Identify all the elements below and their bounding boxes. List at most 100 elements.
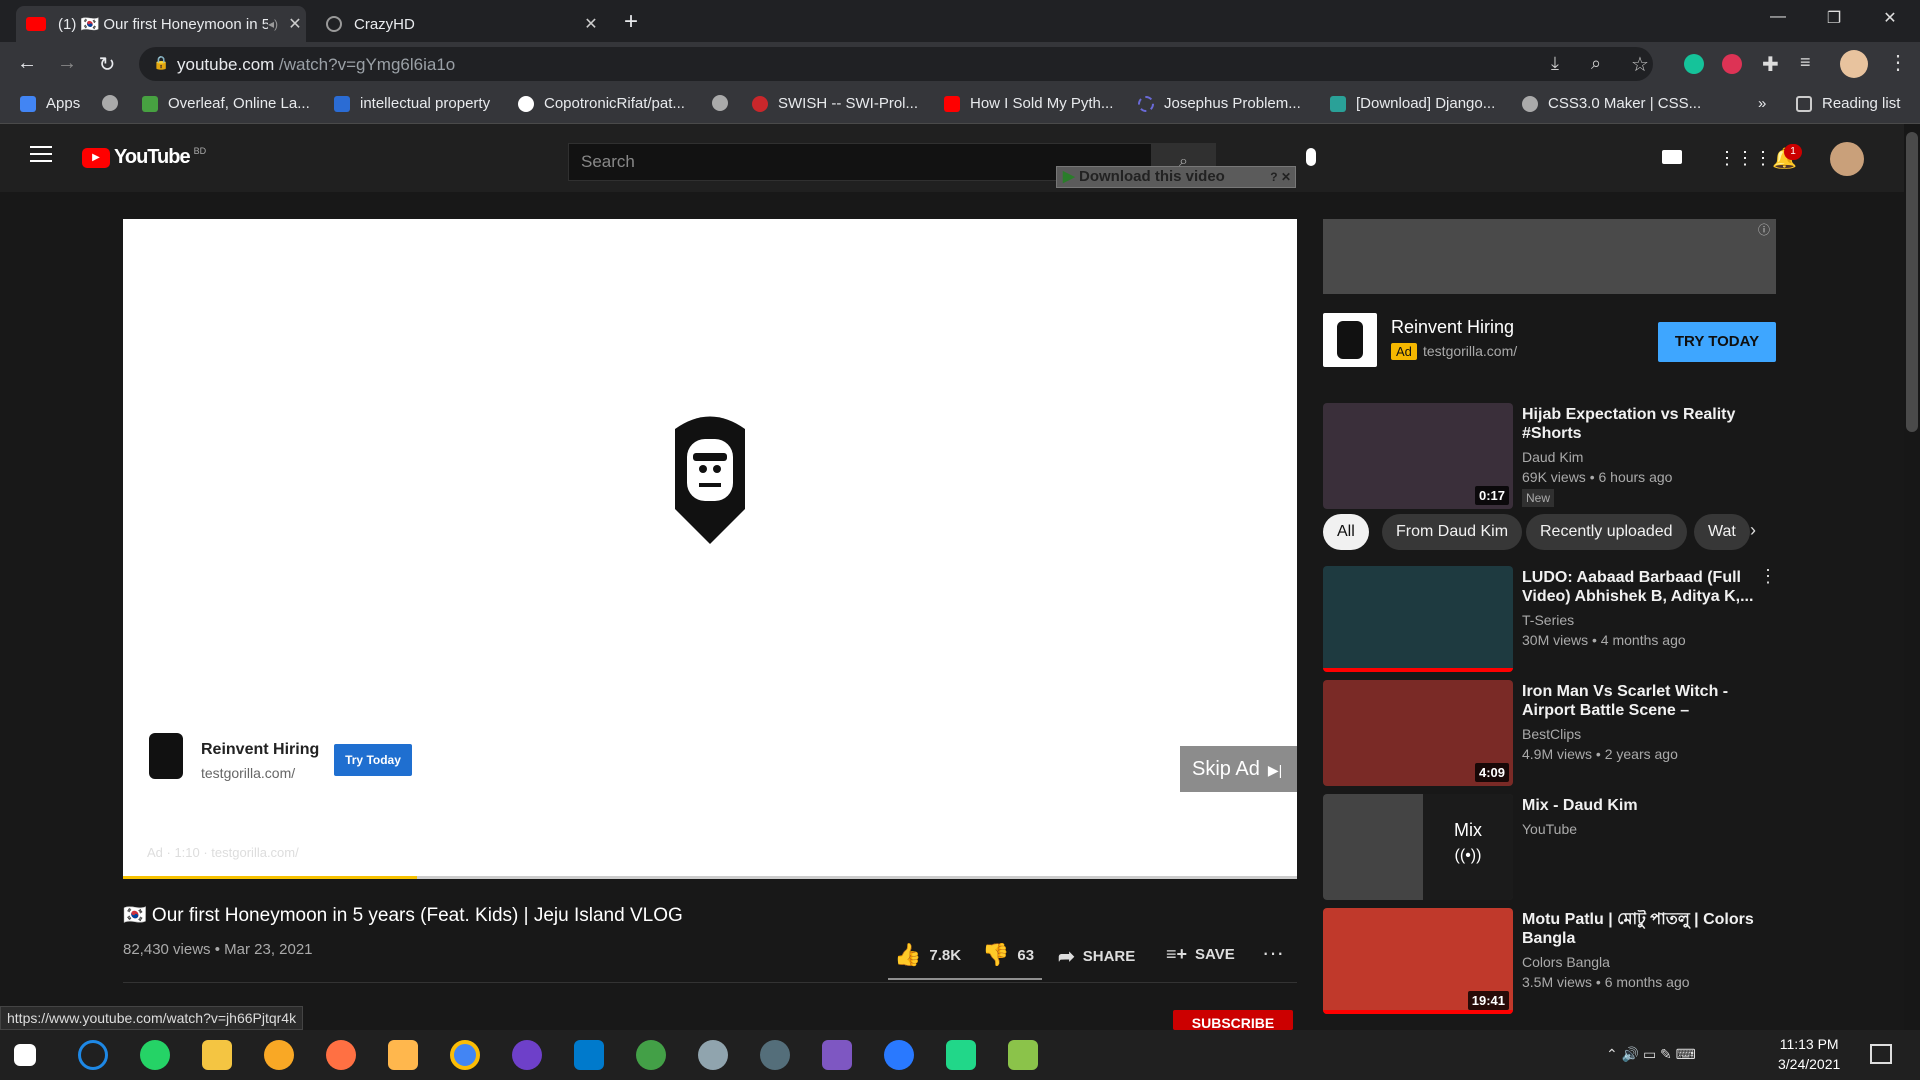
download-video-button[interactable]: ▶ Download this video? ✕ xyxy=(1056,166,1296,188)
app-icon-2[interactable] xyxy=(264,1040,294,1070)
bookmark-css3[interactable]: CSS3.0 Maker | CSS... xyxy=(1522,95,1701,112)
channel-name[interactable]: T-Series xyxy=(1522,612,1762,628)
video-title[interactable]: Motu Patlu | মোটু পাতলু | Colors Bangla xyxy=(1522,910,1762,948)
visual-studio-icon[interactable] xyxy=(822,1040,852,1070)
microphone-icon[interactable] xyxy=(1306,148,1316,166)
skip-ad-button[interactable]: Skip Ad ▶| xyxy=(1180,746,1297,792)
try-today-side-button[interactable]: TRY TODAY xyxy=(1658,322,1776,362)
info-icon[interactable]: ⓘ xyxy=(1758,221,1770,238)
bookmark-django[interactable]: [Download] Django... xyxy=(1330,95,1495,112)
ad-progress-track[interactable] xyxy=(123,876,1297,879)
save-button[interactable]: ≡+ SAVE xyxy=(1166,944,1235,965)
subscribe-button[interactable]: SUBSCRIBE xyxy=(1173,1010,1293,1030)
channel-name[interactable]: BestClips xyxy=(1522,726,1762,742)
video-title[interactable]: Iron Man Vs Scarlet Witch - Airport Batt… xyxy=(1522,682,1762,720)
more-options-icon[interactable]: ⋮ xyxy=(1759,566,1777,587)
app-icon-1[interactable] xyxy=(78,1040,108,1070)
mute-icon[interactable]: ◂) xyxy=(268,17,278,31)
more-actions-icon[interactable]: ··· xyxy=(1262,940,1284,966)
youtube-logo[interactable]: ▶ YouTube BD xyxy=(82,146,206,169)
scrollbar-thumb[interactable] xyxy=(1906,132,1918,432)
close-tab-icon[interactable]: ✕ xyxy=(580,14,602,34)
recommended-video-1[interactable]: 0:17 Hijab Expectation vs Reality #Short… xyxy=(1323,403,1776,511)
close-icon[interactable]: ? ✕ xyxy=(1270,167,1291,187)
ad-advertiser[interactable]: Reinvent Hiring xyxy=(201,741,319,759)
ad-domain[interactable]: testgorilla.com/ xyxy=(201,765,295,781)
firefox-icon[interactable] xyxy=(326,1040,356,1070)
recommended-video-5[interactable]: 19:41 Motu Patlu | মোটু পাতলু | Colors B… xyxy=(1323,908,1776,1016)
side-ad-advertiser[interactable]: Reinvent Hiring xyxy=(1391,317,1514,338)
app-icon-3[interactable] xyxy=(388,1040,418,1070)
grammarly-icon[interactable] xyxy=(1684,54,1704,74)
forward-icon[interactable]: → xyxy=(54,52,80,78)
bookmark-youtube[interactable]: How I Sold My Pyth... xyxy=(944,95,1113,112)
bookmark-globe[interactable] xyxy=(102,95,128,111)
advertiser-logo[interactable] xyxy=(149,733,183,779)
back-icon[interactable]: ← xyxy=(14,52,40,78)
app-icon-4[interactable] xyxy=(636,1040,666,1070)
apps-grid-icon[interactable]: ⋮⋮⋮ xyxy=(1718,148,1772,169)
mix-thumbnail[interactable]: Mix ((•)) xyxy=(1323,794,1513,900)
chip-recently-uploaded[interactable]: Recently uploaded xyxy=(1526,514,1687,550)
close-tab-icon[interactable]: ✕ xyxy=(284,14,306,34)
reload-icon[interactable]: ↻ xyxy=(94,52,120,78)
extension-icon[interactable] xyxy=(1722,54,1742,74)
chip-watched[interactable]: Wat xyxy=(1694,514,1750,550)
more-bookmarks-icon[interactable]: » xyxy=(1758,95,1766,112)
messenger-icon[interactable] xyxy=(884,1040,914,1070)
tray-icons[interactable]: ⌃ 🔊 ▭ ✎ ⌨ xyxy=(1606,1046,1696,1063)
pycharm-icon[interactable] xyxy=(946,1040,976,1070)
github-desktop-icon[interactable] xyxy=(512,1040,542,1070)
address-bar[interactable]: 🔒 youtube.com /watch?v=gYmg6l6ia1o ⤓ ⌕ ☆ xyxy=(139,47,1653,81)
recommended-video-2[interactable]: LUDO: Aabaad Barbaad (Full Video) Abhish… xyxy=(1323,566,1777,674)
bookmark-josephus[interactable]: Josephus Problem... xyxy=(1138,95,1301,112)
new-tab-icon[interactable]: + xyxy=(624,8,638,36)
video-thumbnail[interactable]: 19:41 xyxy=(1323,908,1513,1014)
account-avatar[interactable] xyxy=(1830,142,1864,176)
vscode-icon[interactable] xyxy=(574,1040,604,1070)
recommended-mix[interactable]: Mix ((•)) Mix - Daud Kim YouTube xyxy=(1323,794,1776,902)
dislike-button[interactable]: 👎 63 xyxy=(982,942,1034,968)
chip-all[interactable]: All xyxy=(1323,514,1369,550)
notification-center-icon[interactable] xyxy=(1870,1044,1892,1064)
profile-avatar[interactable] xyxy=(1840,50,1868,78)
bookmark-swish[interactable]: SWISH -- SWI-Prol... xyxy=(752,95,918,112)
chevron-right-icon[interactable]: › xyxy=(1750,520,1756,541)
ad-banner-image[interactable]: ⓘ xyxy=(1323,219,1776,294)
hamburger-menu-icon[interactable] xyxy=(30,146,52,162)
page-scrollbar[interactable] xyxy=(1904,124,1920,1030)
like-button[interactable]: 👍 7.8K xyxy=(894,942,961,968)
create-video-icon[interactable] xyxy=(1662,150,1682,164)
whatsapp-icon[interactable] xyxy=(140,1040,170,1070)
app-icon-5[interactable] xyxy=(698,1040,728,1070)
bookmark-ip[interactable]: intellectual property xyxy=(334,95,490,112)
video-title[interactable]: LUDO: Aabaad Barbaad (Full Video) Abhish… xyxy=(1522,568,1762,606)
recommended-video-3[interactable]: 4:09 Iron Man Vs Scarlet Witch - Airport… xyxy=(1323,680,1776,788)
channel-name[interactable]: Daud Kim xyxy=(1522,449,1762,465)
reading-list[interactable]: Reading list xyxy=(1796,95,1900,112)
minimize-icon[interactable]: — xyxy=(1760,8,1796,26)
channel-name[interactable]: YouTube xyxy=(1522,821,1762,837)
zoom-icon[interactable]: ⌕ xyxy=(1591,53,1601,74)
video-thumbnail[interactable] xyxy=(1323,566,1513,672)
bookmark-globe-2[interactable] xyxy=(712,95,738,111)
app-icon-7[interactable] xyxy=(1008,1040,1038,1070)
chip-from-daud-kim[interactable]: From Daud Kim xyxy=(1382,514,1523,550)
share-button[interactable]: ➦ SHARE xyxy=(1058,944,1135,969)
try-today-button[interactable]: Try Today xyxy=(334,744,412,776)
app-icon-6[interactable] xyxy=(760,1040,790,1070)
bookmark-github[interactable]: CopotronicRifat/pat... xyxy=(518,95,685,112)
video-player[interactable]: Reinvent Hiring testgorilla.com/ Try Tod… xyxy=(123,219,1297,879)
puzzle-extensions-icon[interactable]: ✚ xyxy=(1762,52,1779,77)
side-ad-logo[interactable] xyxy=(1323,313,1377,367)
channel-name[interactable]: Colors Bangla xyxy=(1522,954,1762,970)
chrome-menu-icon[interactable]: ⋮ xyxy=(1888,50,1908,75)
video-title[interactable]: Mix - Daud Kim xyxy=(1522,796,1762,815)
video-title[interactable]: Hijab Expectation vs Reality #Shorts xyxy=(1522,405,1762,443)
windows-start-icon[interactable] xyxy=(14,1044,36,1066)
video-thumbnail[interactable]: 4:09 xyxy=(1323,680,1513,786)
side-ad-domain[interactable]: testgorilla.com/ xyxy=(1423,343,1517,359)
bookmark-apps[interactable]: Apps xyxy=(20,95,80,112)
restore-icon[interactable]: ❐ xyxy=(1816,8,1852,28)
bookmark-star-icon[interactable]: ☆ xyxy=(1631,52,1649,77)
